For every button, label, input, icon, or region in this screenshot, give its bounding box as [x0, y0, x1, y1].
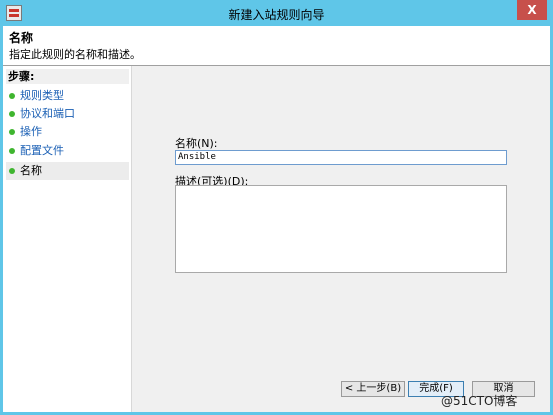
step-label[interactable]: 操作 — [20, 125, 42, 138]
page-title: 名称 — [9, 31, 34, 45]
step-label[interactable]: 配置文件 — [20, 144, 64, 157]
watermark: @51CTO博客 — [441, 394, 518, 408]
name-input[interactable]: Ansible — [175, 150, 507, 165]
close-button[interactable]: X — [517, 0, 547, 20]
wizard-header: 名称 指定此规则的名称和描述。 — [3, 26, 550, 65]
step-complete-dot-icon — [9, 129, 15, 135]
step-protocol-ports[interactable]: 协议和端口 — [6, 105, 129, 123]
step-rule-type[interactable]: 规则类型 — [6, 87, 129, 105]
step-profile[interactable]: 配置文件 — [6, 142, 129, 160]
steps-heading: 步骤: — [6, 69, 129, 84]
wizard-content: 名称(N): Ansible 描述(可选)(D): < 上一步(B) 完成(F)… — [131, 66, 550, 412]
step-name: 名称 — [6, 162, 129, 180]
wizard-window: 名称 指定此规则的名称和描述。 步骤: 规则类型 协议和端口 操作 配置文件 名… — [3, 26, 550, 412]
window-title: 新建入站规则向导 — [228, 8, 325, 22]
step-action[interactable]: 操作 — [6, 123, 129, 141]
step-current-dot-icon — [9, 168, 15, 174]
step-label[interactable]: 协议和端口 — [20, 107, 75, 120]
step-complete-dot-icon — [9, 148, 15, 154]
step-label: 名称 — [20, 164, 42, 177]
title-bar: 新建入站规则向导 X — [0, 0, 553, 26]
description-textarea[interactable] — [175, 185, 507, 273]
name-field-label: 名称(N): — [175, 137, 218, 150]
step-label[interactable]: 规则类型 — [20, 89, 64, 102]
page-description: 指定此规则的名称和描述。 — [9, 48, 141, 61]
steps-sidebar: 步骤: 规则类型 协议和端口 操作 配置文件 名称 — [3, 66, 131, 412]
step-complete-dot-icon — [9, 111, 15, 117]
back-button[interactable]: < 上一步(B) — [341, 381, 405, 397]
step-complete-dot-icon — [9, 93, 15, 99]
